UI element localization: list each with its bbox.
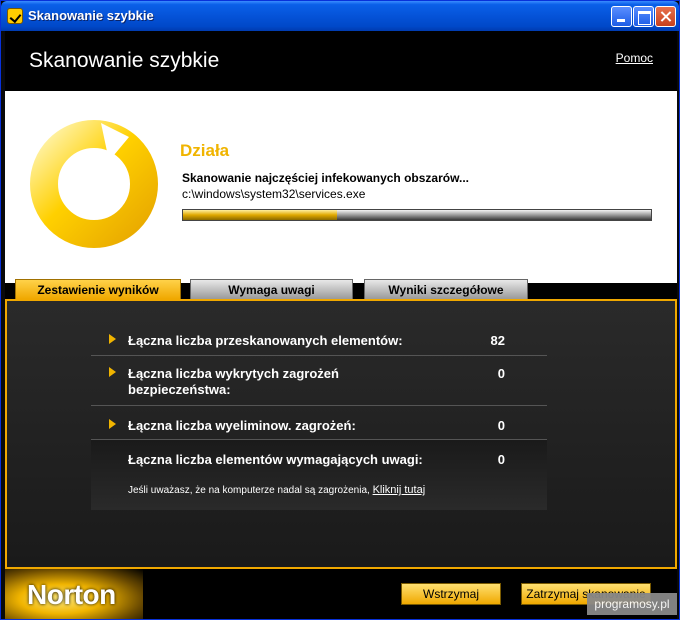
result-row: Łączna liczba wyeliminow. zagrożeń: 0 bbox=[91, 406, 547, 440]
status-panel: Działa Skanowanie najczęściej infekowany… bbox=[5, 91, 677, 283]
norton-check-icon bbox=[7, 8, 23, 24]
result-label: Łączna liczba przeskanowanych elementów: bbox=[128, 333, 403, 348]
help-link[interactable]: Pomoc bbox=[616, 51, 653, 65]
tab-details[interactable]: Wyniki szczegółowe bbox=[364, 279, 528, 299]
title-bar[interactable]: Skanowanie szybkie bbox=[1, 1, 679, 31]
minimize-button[interactable] bbox=[611, 6, 632, 27]
pause-button[interactable]: Wstrzymaj bbox=[401, 583, 501, 605]
close-button[interactable] bbox=[655, 6, 676, 27]
note-text: Jeśli uważasz, że na komputerze nadal są… bbox=[128, 485, 370, 496]
footer: Norton Wstrzymaj Zatrzymaj skanowanie bbox=[5, 569, 677, 619]
results-panel: Łączna liczba przeskanowanych elementów:… bbox=[5, 299, 677, 569]
progress-ring-icon bbox=[30, 120, 158, 248]
brand-name: Norton bbox=[27, 579, 116, 610]
progress-remaining bbox=[337, 210, 651, 220]
result-label: Łączna liczba wyeliminow. zagrożeń: bbox=[128, 418, 356, 433]
norton-logo: Norton bbox=[27, 579, 116, 611]
result-value: 0 bbox=[497, 366, 505, 381]
result-label: Łączna liczba wykrytych zagrożeń bezpiec… bbox=[128, 366, 339, 397]
result-label: Łączna liczba elementów wymagających uwa… bbox=[128, 452, 423, 467]
status-state: Działa bbox=[180, 141, 230, 160]
header: Skanowanie szybkie Pomoc bbox=[5, 31, 677, 91]
scan-progress-bar bbox=[182, 209, 652, 221]
arrow-right-icon bbox=[109, 419, 116, 429]
result-value: 0 bbox=[497, 418, 505, 433]
status-description: Skanowanie najczęściej infekowanych obsz… bbox=[182, 171, 469, 185]
result-value: 0 bbox=[497, 452, 505, 467]
result-row: Łączna liczba wykrytych zagrożeń bezpiec… bbox=[91, 356, 547, 406]
result-value: 82 bbox=[490, 333, 505, 348]
arrow-right-icon bbox=[109, 334, 116, 344]
tab-summary[interactable]: Zestawienie wyników bbox=[15, 279, 181, 299]
threat-note: Jeśli uważasz, że na komputerze nadal są… bbox=[128, 484, 425, 496]
click-here-link[interactable]: Kliknij tutaj bbox=[373, 484, 426, 496]
window-title: Skanowanie szybkie bbox=[28, 8, 154, 23]
tab-attention[interactable]: Wymaga uwagi bbox=[190, 279, 353, 299]
scan-window: Skanowanie szybkie Skanowanie szybkie Po… bbox=[0, 0, 680, 620]
arrow-right-icon bbox=[109, 367, 116, 377]
page-title: Skanowanie szybkie bbox=[29, 49, 220, 72]
progress-fill bbox=[183, 210, 337, 220]
result-row: Łączna liczba elementów wymagających uwa… bbox=[91, 440, 547, 510]
current-file-path: c:\windows\system32\services.exe bbox=[182, 187, 366, 201]
result-row: Łączna liczba przeskanowanych elementów:… bbox=[91, 323, 547, 356]
watermark: programosy.pl bbox=[587, 593, 677, 615]
maximize-button[interactable] bbox=[633, 6, 654, 27]
